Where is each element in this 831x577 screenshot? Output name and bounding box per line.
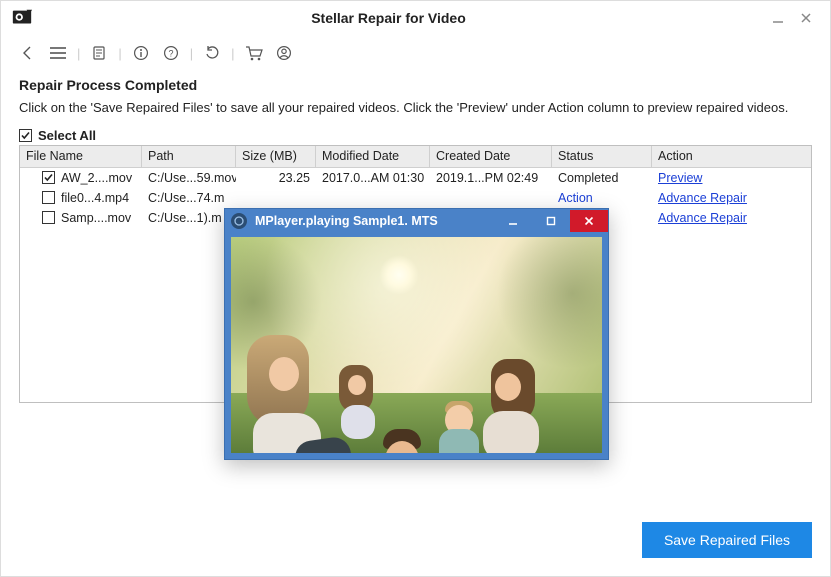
preview-close-button[interactable] <box>570 210 608 232</box>
select-all-checkbox[interactable] <box>19 129 32 142</box>
info-icon[interactable] <box>128 40 154 66</box>
col-modified[interactable]: Modified Date <box>316 146 430 167</box>
select-all-label: Select All <box>38 128 96 143</box>
col-size[interactable]: Size (MB) <box>236 146 316 167</box>
app-window: Stellar Repair for Video | | ? | | Repai… <box>0 0 831 577</box>
cell-status: Action <box>552 191 652 205</box>
window-minimize-button[interactable] <box>764 4 792 32</box>
menu-icon[interactable] <box>45 40 71 66</box>
preview-title: MPlayer.playing Sample1. MTS <box>255 214 494 228</box>
table-row[interactable]: AW_2....mov C:/Use...59.mov 23.25 2017.0… <box>20 168 811 188</box>
row-checkbox[interactable] <box>42 211 55 224</box>
cell-filename: Samp....mov <box>61 211 131 225</box>
cell-status: Completed <box>552 171 652 185</box>
window-close-button[interactable] <box>792 4 820 32</box>
col-path[interactable]: Path <box>142 146 236 167</box>
preview-titlebar[interactable]: MPlayer.playing Sample1. MTS <box>225 209 608 233</box>
cell-size: 23.25 <box>236 171 316 185</box>
cart-icon[interactable] <box>241 40 267 66</box>
app-title: Stellar Repair for Video <box>13 10 764 26</box>
log-icon[interactable] <box>86 40 112 66</box>
cell-modified: 2017.0...AM 01:30 <box>316 171 430 185</box>
grid-header: File Name Path Size (MB) Modified Date C… <box>20 146 811 168</box>
cell-filename: AW_2....mov <box>61 171 132 185</box>
preview-minimize-button[interactable] <box>494 210 532 232</box>
preview-video-frame <box>231 237 602 453</box>
col-action[interactable]: Action <box>652 146 812 167</box>
toolbar-separator: | <box>231 46 234 61</box>
action-advance-repair-link[interactable]: Advance Repair <box>658 191 747 205</box>
user-icon[interactable] <box>271 40 297 66</box>
preview-player-window[interactable]: MPlayer.playing Sample1. MTS <box>224 208 609 460</box>
table-row[interactable]: file0...4.mp4 C:/Use...74.m Action Advan… <box>20 188 811 208</box>
preview-frame <box>225 233 608 459</box>
refresh-icon[interactable] <box>199 40 225 66</box>
footer: Save Repaired Files <box>1 510 830 576</box>
action-preview-link[interactable]: Preview <box>658 171 702 185</box>
player-app-icon <box>231 213 247 229</box>
col-filename[interactable]: File Name <box>20 146 142 167</box>
cell-path: C:/Use...74.m <box>142 191 236 205</box>
row-checkbox[interactable] <box>42 191 55 204</box>
col-created[interactable]: Created Date <box>430 146 552 167</box>
toolbar-separator: | <box>118 46 121 61</box>
toolbar: | | ? | | <box>1 35 830 71</box>
page-description: Click on the 'Save Repaired Files' to sa… <box>19 99 812 118</box>
preview-maximize-button[interactable] <box>532 210 570 232</box>
titlebar: Stellar Repair for Video <box>1 1 830 35</box>
cell-filename: file0...4.mp4 <box>61 191 129 205</box>
cell-created: 2019.1...PM 02:49 <box>430 171 552 185</box>
back-button[interactable] <box>15 40 41 66</box>
cell-path: C:/Use...59.mov <box>142 171 236 185</box>
page-heading: Repair Process Completed <box>19 77 812 93</box>
save-repaired-files-button[interactable]: Save Repaired Files <box>642 522 812 558</box>
toolbar-separator: | <box>190 46 193 61</box>
help-icon[interactable]: ? <box>158 40 184 66</box>
toolbar-separator: | <box>77 46 80 61</box>
row-checkbox[interactable] <box>42 171 55 184</box>
action-advance-repair-link[interactable]: Advance Repair <box>658 211 747 225</box>
select-all-row[interactable]: Select All <box>19 128 812 143</box>
col-status[interactable]: Status <box>552 146 652 167</box>
cell-path: C:/Use...1).m <box>142 211 236 225</box>
svg-text:?: ? <box>168 48 173 58</box>
